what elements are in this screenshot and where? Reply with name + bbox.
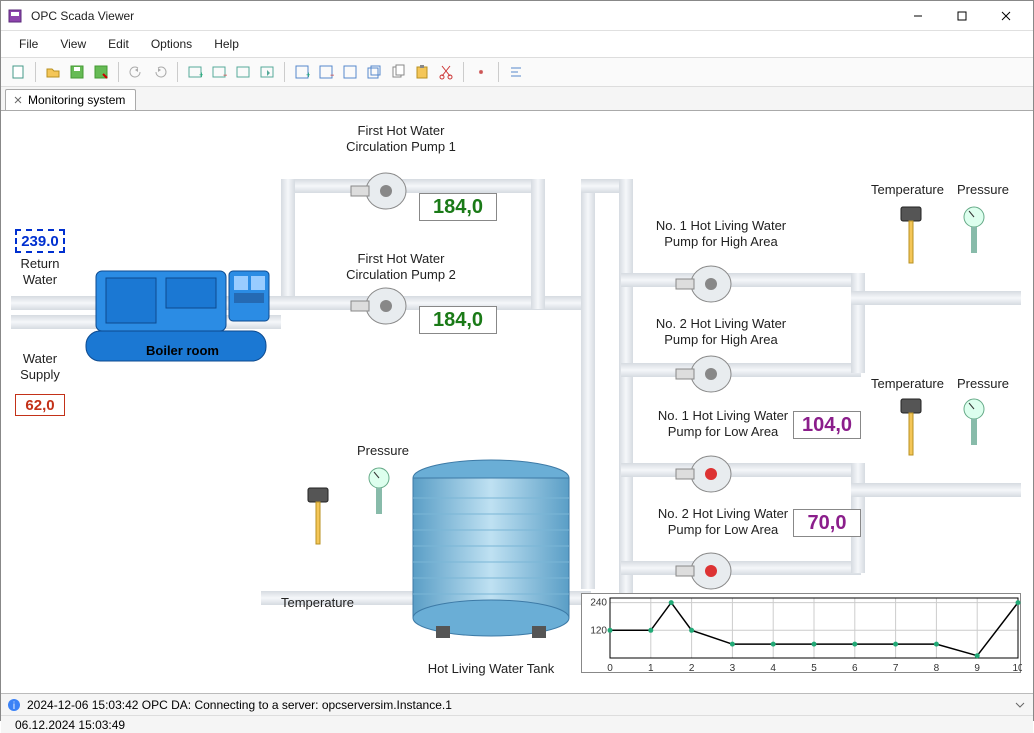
pump1-graphic [346,166,416,216]
readout-pump1: 184,0 [419,193,497,221]
redo-icon[interactable] [149,61,171,83]
copy-icon[interactable] [387,61,409,83]
new-icon[interactable] [7,61,29,83]
align-icon[interactable] [505,61,527,83]
status-bar: i 2024-12-06 15:03:42 OPC DA: Connecting… [1,693,1033,715]
app-icon [7,8,23,24]
svg-text:6: 6 [852,663,858,674]
pump-hi2-graphic [671,349,741,399]
tab-label: Monitoring system [28,93,125,107]
pump2-graphic [346,281,416,331]
status-dropdown-icon[interactable] [1013,698,1027,712]
svg-text:4: 4 [770,663,776,674]
menu-help[interactable]: Help [204,35,249,53]
svg-text:240: 240 [590,598,607,609]
label-press-top: Pressure [957,182,1009,198]
window-remove-icon[interactable]: − [315,61,337,83]
label-lo1: No. 1 Hot Living Water Pump for Low Area [653,408,793,441]
temperature-sensor-top [899,205,923,265]
label-tank: Hot Living Water Tank [421,661,561,677]
svg-text:3: 3 [730,663,736,674]
label-pump2: First Hot Water Circulation Pump 2 [321,251,481,284]
time-value: 06.12.2024 15:03:49 [15,718,125,732]
maximize-button[interactable] [941,3,983,29]
label-hi1: No. 1 Hot Living Water Pump for High Are… [646,218,796,251]
label-hi2: No. 2 Hot Living Water Pump for High Are… [646,316,796,349]
status-message: 2024-12-06 15:03:42 OPC DA: Connecting t… [27,698,1013,712]
pressure-gauge-tank [366,466,392,516]
label-water-supply: Water Supply [15,351,65,384]
svg-text:10: 10 [1012,663,1022,674]
time-bar: 06.12.2024 15:03:49 [1,715,1033,733]
pump-lo1-graphic [671,449,741,499]
pump-lo2-graphic [671,546,741,596]
temperature-sensor-tank [306,486,330,546]
pressure-gauge-top [961,205,987,255]
menu-file[interactable]: File [9,35,48,53]
svg-text:8: 8 [934,663,940,674]
tab-bar: Monitoring system [1,87,1033,111]
toolbar: + − + − [1,58,1033,87]
svg-text:2: 2 [689,663,695,674]
readout-pump2: 184,0 [419,306,497,334]
scada-canvas: Boiler room First Hot Water Circulation … [1,111,1033,693]
cut-icon[interactable] [435,61,457,83]
svg-text:7: 7 [893,663,899,674]
readout-lo1: 104,0 [793,411,861,439]
svg-text:+: + [199,70,203,80]
label-press-bot: Pressure [957,376,1009,392]
title-bar: OPC Scada Viewer [1,1,1033,31]
label-return-water: Return Water [15,256,65,289]
undo-icon[interactable] [125,61,147,83]
svg-text:120: 120 [590,625,607,636]
label-temp-bot: Temperature [871,376,944,392]
tank-graphic [406,456,576,641]
svg-text:5: 5 [811,663,817,674]
window-icon[interactable] [339,61,361,83]
label-pump1: First Hot Water Circulation Pump 1 [321,123,481,156]
label-temp-top: Temperature [871,182,944,198]
pump-hi1-graphic [671,259,741,309]
pressure-gauge-bot [961,397,987,447]
readout-water-supply: 62,0 [15,394,65,416]
window-stack-icon[interactable] [363,61,385,83]
readout-lo2: 70,0 [793,509,861,537]
svg-text:1: 1 [648,663,654,674]
temperature-sensor-bot [899,397,923,457]
readout-return-water: 239.0 [15,229,65,253]
add-page-icon[interactable]: + [184,61,206,83]
menu-view[interactable]: View [50,35,96,53]
svg-text:i: i [13,701,15,712]
boiler-label: Boiler room [146,343,219,358]
minimize-button[interactable] [897,3,939,29]
tab-close-icon[interactable] [12,94,24,106]
label-lo2: No. 2 Hot Living Water Pump for Low Area [653,506,793,539]
save-icon[interactable] [66,61,88,83]
window-add-icon[interactable]: + [291,61,313,83]
label-pressure-tank: Pressure [357,443,409,459]
page-arrow-icon[interactable] [256,61,278,83]
svg-text:+: + [306,70,310,80]
label-temperature-tank: Temperature [281,595,354,611]
remove-page-icon[interactable]: − [208,61,230,83]
chart: 0 1 2 3 4 5 6 7 8 9 10 120 240 [581,593,1021,673]
menu-options[interactable]: Options [141,35,202,53]
delete-icon[interactable] [470,61,492,83]
tab-monitoring[interactable]: Monitoring system [5,89,136,110]
page-icon[interactable] [232,61,254,83]
paste-icon[interactable] [411,61,433,83]
info-icon: i [7,698,21,712]
window-title: OPC Scada Viewer [31,9,897,23]
open-icon[interactable] [42,61,64,83]
svg-text:0: 0 [607,663,613,674]
svg-text:9: 9 [974,663,980,674]
close-button[interactable] [985,3,1027,29]
save-as-icon[interactable] [90,61,112,83]
svg-text:−: − [223,70,227,80]
menu-edit[interactable]: Edit [98,35,139,53]
menu-bar: File View Edit Options Help [1,31,1033,58]
svg-text:−: − [330,70,334,80]
